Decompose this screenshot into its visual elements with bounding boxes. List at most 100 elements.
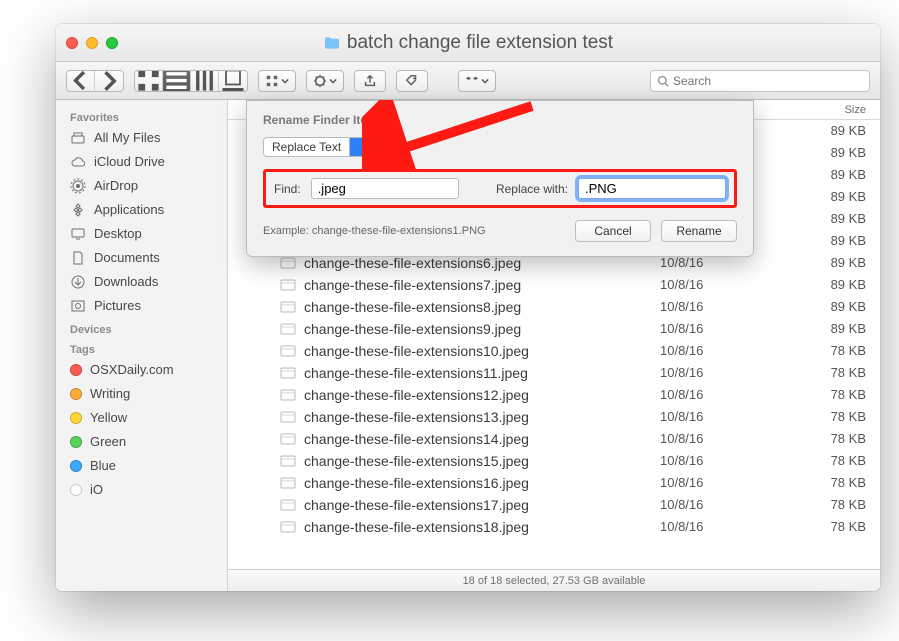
cell-size: 89 KB: [800, 277, 880, 292]
arrange-menu-button[interactable]: [258, 70, 296, 92]
view-icons-button[interactable]: [135, 71, 163, 91]
find-label: Find:: [274, 182, 301, 196]
file-list[interactable]: change-these-file-extensions6.jpeg10/8/1…: [228, 252, 880, 569]
cell-size: 89 KB: [800, 145, 880, 160]
rename-mode-select[interactable]: Replace Text: [263, 137, 367, 157]
zoom-window-button[interactable]: [106, 37, 118, 49]
file-icon: [280, 256, 296, 270]
file-icon: [280, 520, 296, 534]
cell-name: change-these-file-extensions10.jpeg: [304, 343, 529, 359]
cell-name: change-these-file-extensions7.jpeg: [304, 277, 521, 293]
sidebar-item-writing[interactable]: Writing: [56, 382, 227, 406]
view-coverflow-button[interactable]: [219, 71, 247, 91]
dropbox-button[interactable]: [458, 70, 496, 92]
sidebar-item-blue[interactable]: Blue: [56, 454, 227, 478]
status-bar: 18 of 18 selected, 27.53 GB available: [228, 569, 880, 591]
sidebar-item-icloud-drive[interactable]: iCloud Drive: [56, 150, 227, 174]
cell-date: 10/8/16: [660, 277, 800, 292]
rename-button[interactable]: Rename: [661, 220, 737, 242]
view-list-button[interactable]: [163, 71, 191, 91]
titlebar: batch change file extension test: [56, 24, 880, 62]
sidebar-item-green[interactable]: Green: [56, 430, 227, 454]
table-row[interactable]: change-these-file-extensions16.jpeg10/8/…: [228, 472, 880, 494]
cell-date: 10/8/16: [660, 365, 800, 380]
documents-icon: [70, 250, 86, 266]
col-header-size[interactable]: Size: [786, 104, 866, 116]
action-menu-button[interactable]: [306, 70, 344, 92]
sidebar-item-io[interactable]: iO: [56, 478, 227, 502]
cell-date: 10/8/16: [660, 255, 800, 270]
search-field[interactable]: [650, 70, 870, 92]
cancel-button[interactable]: Cancel: [575, 220, 651, 242]
tags-button[interactable]: [396, 70, 428, 92]
sidebar-section-title: Devices: [56, 318, 227, 338]
sidebar: FavoritesAll My FilesiCloud DriveAirDrop…: [56, 100, 228, 591]
sidebar-item-airdrop[interactable]: AirDrop: [56, 174, 227, 198]
cell-date: 10/8/16: [660, 453, 800, 468]
close-window-button[interactable]: [66, 37, 78, 49]
dropdown-stepper-icon: [349, 138, 366, 156]
cell-name: change-these-file-extensions12.jpeg: [304, 387, 529, 403]
sidebar-item-osxdaily-com[interactable]: OSXDaily.com: [56, 358, 227, 382]
table-row[interactable]: change-these-file-extensions9.jpeg10/8/1…: [228, 318, 880, 340]
window-title: batch change file extension test: [347, 32, 613, 54]
all-files-icon: [70, 130, 86, 146]
sidebar-item-downloads[interactable]: Downloads: [56, 270, 227, 294]
cell-name: change-these-file-extensions13.jpeg: [304, 409, 529, 425]
cell-size: 89 KB: [800, 255, 880, 270]
table-row[interactable]: change-these-file-extensions7.jpeg 10/8/1…: [228, 274, 880, 296]
cell-date: 10/8/16: [660, 321, 800, 336]
nav-forward-button[interactable]: [95, 71, 123, 91]
sidebar-item-all-my-files[interactable]: All My Files: [56, 126, 227, 150]
apps-icon: [70, 202, 86, 218]
tag-dot-icon: [70, 460, 82, 472]
table-row[interactable]: change-these-file-extensions17.jpeg 10/8/…: [228, 494, 880, 516]
cell-date: 10/8/16: [660, 431, 800, 446]
cell-date: 10/8/16: [660, 497, 800, 512]
file-icon: [280, 476, 296, 490]
nav-back-forward: [66, 70, 124, 92]
cell-size: 78 KB: [800, 343, 880, 358]
nav-back-button[interactable]: [67, 71, 95, 91]
cell-name: change-these-file-extensions18.jpeg: [304, 519, 529, 535]
desktop-icon: [70, 226, 86, 242]
sidebar-item-yellow[interactable]: Yellow: [56, 406, 227, 430]
table-row[interactable]: change-these-file-extensions13.jpeg10/8/…: [228, 406, 880, 428]
sidebar-item-desktop[interactable]: Desktop: [56, 222, 227, 246]
sidebar-item-label: Pictures: [94, 297, 141, 315]
file-icon: [280, 322, 296, 336]
sidebar-item-documents[interactable]: Documents: [56, 246, 227, 270]
sidebar-item-pictures[interactable]: Pictures: [56, 294, 227, 318]
file-icon: [280, 498, 296, 512]
cell-date: 10/8/16: [660, 475, 800, 490]
table-row[interactable]: change-these-file-extensions14.jpeg10/8/…: [228, 428, 880, 450]
sidebar-item-applications[interactable]: Applications: [56, 198, 227, 222]
cell-size: 78 KB: [800, 409, 880, 424]
tag-dot-icon: [70, 436, 82, 448]
cell-date: 10/8/16: [660, 519, 800, 534]
table-row[interactable]: change-these-file-extensions15.jpeg10/8/…: [228, 450, 880, 472]
table-row[interactable]: change-these-file-extensions10.jpeg 10/8/…: [228, 340, 880, 362]
cell-name: change-these-file-extensions17.jpeg: [304, 497, 529, 513]
cell-date: 10/8/16: [660, 343, 800, 358]
file-icon: [280, 366, 296, 380]
table-row[interactable]: change-these-file-extensions8.jpeg10/8/1…: [228, 296, 880, 318]
cell-name: change-these-file-extensions11.jpeg: [304, 365, 528, 381]
view-mode: [134, 70, 248, 92]
table-row[interactable]: change-these-file-extensions11.jpeg 10/8/…: [228, 362, 880, 384]
table-row[interactable]: change-these-file-extensions18.jpeg 10/8/…: [228, 516, 880, 538]
cloud-icon: [70, 154, 86, 170]
search-input[interactable]: [673, 74, 863, 88]
replace-input[interactable]: [578, 178, 726, 199]
view-columns-button[interactable]: [191, 71, 219, 91]
table-row[interactable]: change-these-file-extensions12.jpeg10/8/…: [228, 384, 880, 406]
minimize-window-button[interactable]: [86, 37, 98, 49]
sheet-title: Rename Finder Items:: [263, 113, 737, 127]
sidebar-item-label: iCloud Drive: [94, 153, 165, 171]
airdrop-icon: [70, 178, 86, 194]
cell-size: 89 KB: [800, 321, 880, 336]
share-button[interactable]: [354, 70, 386, 92]
file-icon: [280, 300, 296, 314]
find-input[interactable]: [311, 178, 459, 199]
sidebar-item-label: Desktop: [94, 225, 142, 243]
